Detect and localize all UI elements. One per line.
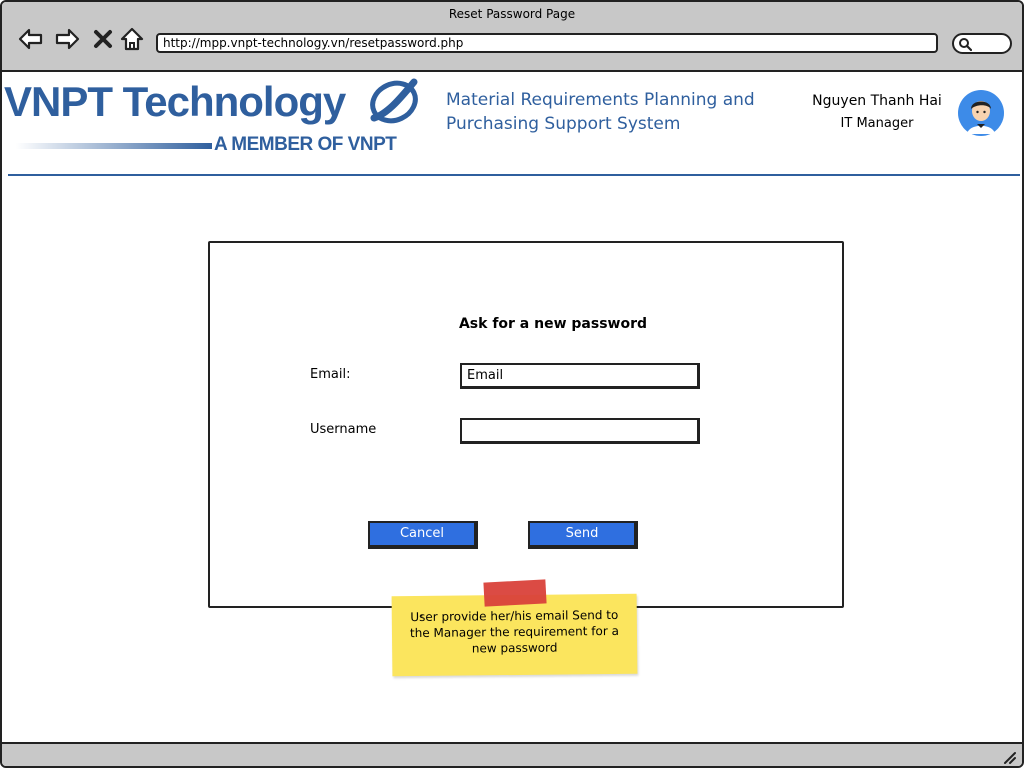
reset-password-form: Ask for a new password Email: Username C…: [208, 241, 844, 608]
browser-search-field[interactable]: [952, 33, 1012, 54]
browser-status-bar: [2, 742, 1022, 766]
user-avatar-icon[interactable]: [958, 90, 1004, 136]
vnpt-logo-swirl-icon: [370, 78, 418, 124]
browser-toolbar: Reset Password Page http://mpp.vnpt-tech…: [2, 2, 1022, 72]
user-role: IT Manager: [840, 116, 914, 131]
logo-underline-bar: [16, 143, 212, 149]
company-logo-text: VNPT Technology: [4, 78, 346, 125]
form-title: Ask for a new password: [458, 316, 648, 332]
close-x-icon[interactable]: [88, 24, 118, 54]
system-title-line-1: Material Requirements Planning and: [446, 90, 755, 110]
send-button[interactable]: Send: [528, 521, 638, 549]
browser-window: Reset Password Page http://mpp.vnpt-tech…: [0, 0, 1024, 768]
company-logo-tagline: A MEMBER OF VNPT: [214, 134, 397, 155]
email-label: Email:: [310, 367, 351, 382]
window-title: Reset Password Page: [448, 7, 576, 21]
forward-arrow-icon[interactable]: [52, 24, 82, 54]
home-icon[interactable]: [117, 24, 147, 54]
username-field[interactable]: [460, 418, 700, 444]
header-divider: [8, 174, 1020, 176]
sticky-note: · User provide her/his email Send to the…: [391, 593, 638, 677]
cancel-button[interactable]: Cancel: [368, 521, 478, 549]
system-title: Material Requirements Planning and Purch…: [446, 88, 796, 136]
sticky-note-tape: [483, 579, 547, 607]
system-title-line-2: Purchasing Support System: [446, 114, 681, 134]
search-icon: [959, 38, 972, 51]
username-label: Username: [310, 422, 377, 437]
back-arrow-icon[interactable]: [16, 24, 46, 54]
address-bar[interactable]: http://mpp.vnpt-technology.vn/resetpassw…: [156, 33, 938, 53]
user-name[interactable]: Nguyen Thanh Hai: [802, 93, 952, 109]
sticky-note-text: User provide her/his email Send to the M…: [409, 607, 620, 656]
email-field[interactable]: [460, 363, 700, 389]
app-header: VNPT Technology A MEMBER OF VNPT Materia…: [2, 72, 1022, 176]
resize-grip-icon[interactable]: [1002, 750, 1016, 764]
